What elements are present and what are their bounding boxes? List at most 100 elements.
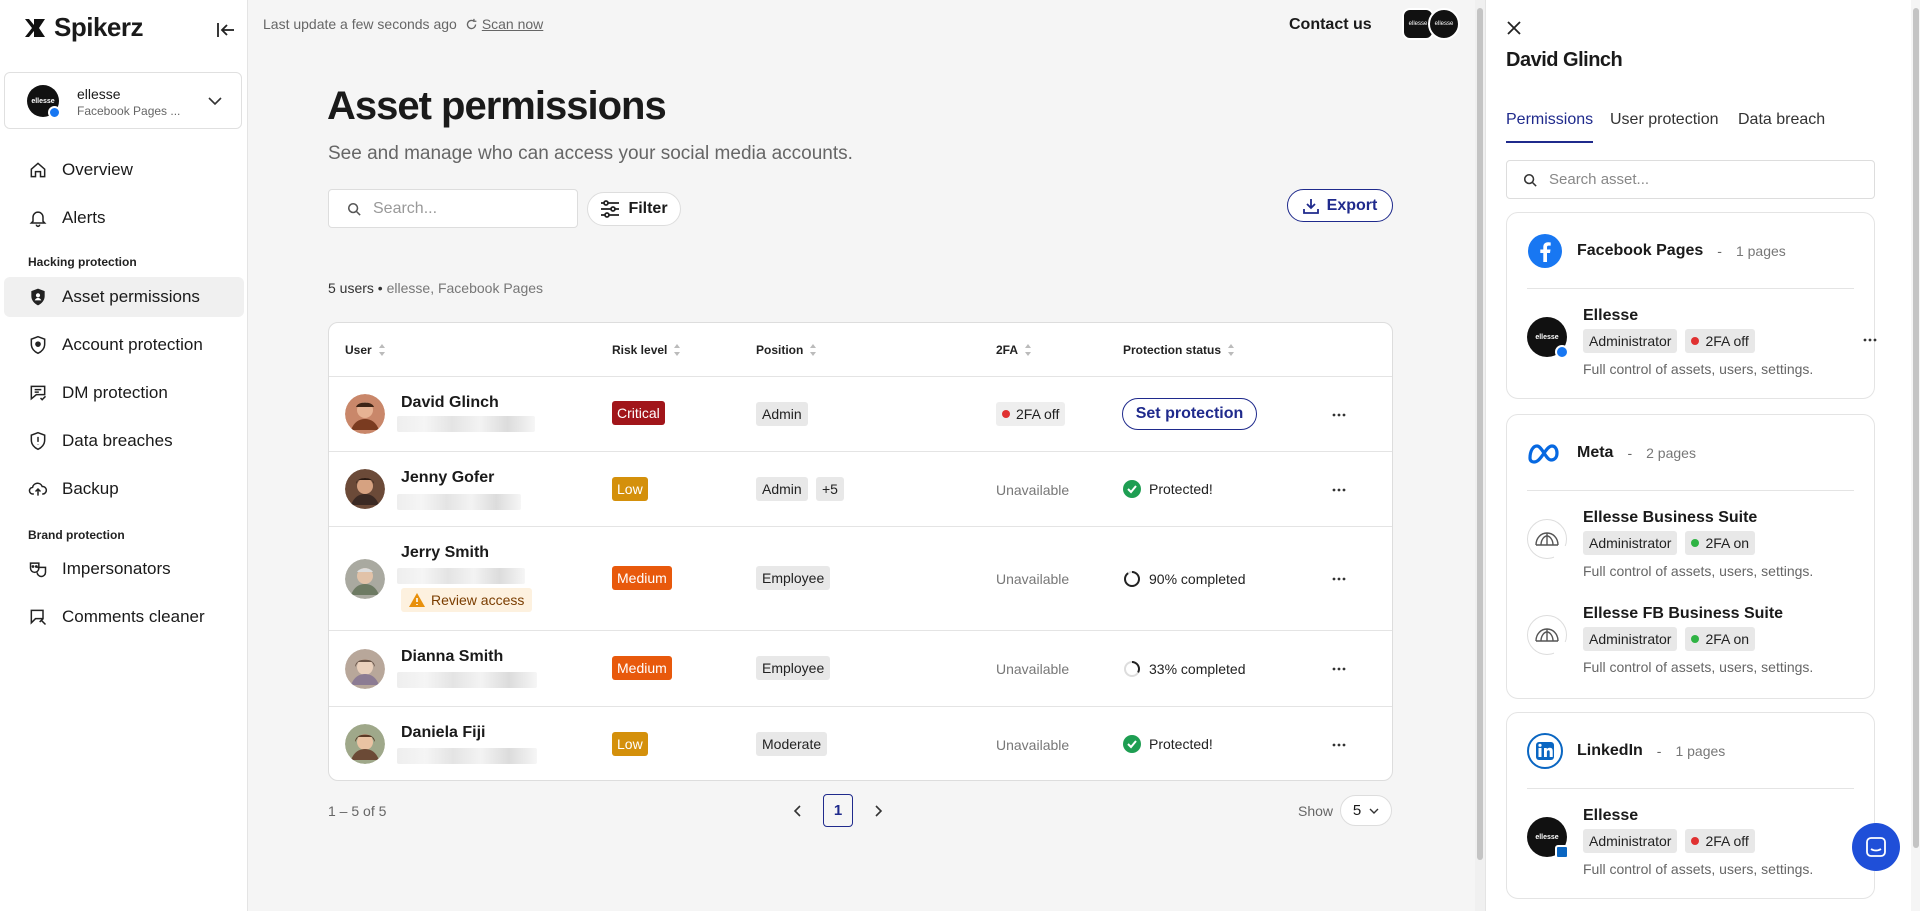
chat-launcher-button[interactable] <box>1852 823 1900 871</box>
cloud-upload-icon <box>28 482 48 496</box>
asset-description: Full control of assets, users, settings. <box>1583 361 1814 377</box>
status-dot-icon <box>1691 837 1700 845</box>
user-email-redacted <box>397 568 525 584</box>
scan-now-link[interactable]: Scan now <box>465 16 543 32</box>
show-label: Show <box>1298 803 1334 819</box>
brand-logo[interactable]: Spikerz <box>22 12 144 43</box>
protection-status: 33% completed <box>1123 660 1246 678</box>
main-scrollbar[interactable] <box>1475 0 1485 911</box>
contact-us-link[interactable]: Contact us <box>1289 16 1372 34</box>
risk-badge: Medium <box>612 566 672 590</box>
active-tab-indicator <box>1506 141 1593 143</box>
tab-data-breach[interactable]: Data breach <box>1738 111 1825 129</box>
header-label: Position <box>756 343 804 357</box>
export-button[interactable]: Export <box>1287 189 1393 222</box>
sidebar-item-asset-permissions[interactable]: Asset permissions <box>4 277 244 317</box>
position-tag: Admin <box>756 402 808 426</box>
more-options-icon[interactable] <box>1329 742 1349 748</box>
page-size-select[interactable]: 5 <box>1340 795 1392 826</box>
search-input[interactable]: Search... <box>328 189 578 228</box>
scrollbar-thumb[interactable] <box>1913 8 1919 848</box>
avatar <box>345 469 385 509</box>
more-options-icon[interactable] <box>1329 666 1349 672</box>
role-tag: Administrator <box>1583 627 1678 651</box>
more-options-icon[interactable] <box>1329 576 1349 582</box>
check-circle-icon <box>1123 735 1141 753</box>
page-button-current[interactable]: 1 <box>823 794 853 827</box>
sidebar-item-account-protection[interactable]: Account protection <box>4 325 244 365</box>
position-more-tag[interactable]: +5 <box>816 477 844 501</box>
more-options-icon[interactable] <box>1861 337 1879 343</box>
progress-ring-icon <box>1124 571 1140 587</box>
more-options-icon[interactable] <box>1329 487 1349 493</box>
column-header-user[interactable]: User <box>345 343 386 357</box>
asset-name: Ellesse FB Business Suite <box>1583 605 1784 622</box>
sidebar-item-overview[interactable]: Overview <box>4 150 244 190</box>
account-avatars[interactable]: ellesse ellesse <box>1402 8 1460 40</box>
asset-item[interactable]: Ellesse FB Business Suite Administrator … <box>1527 605 1867 677</box>
sidebar-item-backup[interactable]: Backup <box>4 469 244 509</box>
more-options-icon[interactable] <box>1329 412 1349 418</box>
panel-scrollbar[interactable] <box>1911 0 1920 911</box>
set-protection-button[interactable]: Set protection <box>1122 398 1257 430</box>
asset-name: Ellesse <box>1583 807 1639 824</box>
panel-title: David Glinch <box>1506 49 1623 71</box>
sidebar-item-impersonators[interactable]: Impersonators <box>4 549 244 589</box>
role-tag: Administrator <box>1583 829 1678 853</box>
close-icon[interactable] <box>1506 20 1522 36</box>
table-row[interactable]: Dianna Smith Medium Employee Unavailable… <box>329 630 1392 706</box>
account-switcher[interactable]: ellesse ellesse Facebook Pages ... <box>4 72 242 129</box>
asset-avatar <box>1527 519 1568 560</box>
review-access-warning[interactable]: Review access <box>401 588 533 612</box>
status-label: Protected! <box>1149 481 1213 497</box>
linkedin-logo-icon <box>1527 733 1563 769</box>
network-name: Meta <box>1577 444 1614 461</box>
prev-page-button[interactable] <box>783 794 813 827</box>
divider <box>1527 788 1854 789</box>
twofa-status: Unavailable <box>996 737 1070 753</box>
twofa-label: 2FA off <box>1705 333 1749 349</box>
sidebar-item-dm-protection[interactable]: DM protection <box>4 373 244 413</box>
sidebar-item-alerts[interactable]: Alerts <box>4 198 244 238</box>
twofa-status: Unavailable <box>996 571 1070 587</box>
column-header-risk-level[interactable]: Risk level <box>612 343 681 357</box>
asset-item[interactable]: Ellesse Business Suite Administrator 2FA… <box>1527 509 1867 581</box>
table-row[interactable]: Jenny Gofer Low Admin +5 Unavailable Pro… <box>329 451 1392 526</box>
home-icon <box>30 162 46 178</box>
table-row[interactable]: David Glinch Critical Admin 2FA off Set … <box>329 376 1392 451</box>
sidebar-item-comments-cleaner[interactable]: Comments cleaner <box>4 597 244 637</box>
header-label: User <box>345 343 372 357</box>
network-card-facebook: Facebook Pages - 1 pages ellesse Ellesse… <box>1506 212 1877 399</box>
risk-badge: Critical <box>612 401 665 425</box>
asset-tags: Administrator 2FA off <box>1583 329 1755 353</box>
column-header-position[interactable]: Position <box>756 343 817 357</box>
filter-button[interactable]: Filter <box>587 192 681 226</box>
chevron-down-icon[interactable] <box>207 93 223 109</box>
asset-description: Full control of assets, users, settings. <box>1583 659 1814 675</box>
sort-icon <box>378 344 385 356</box>
next-page-button[interactable] <box>863 794 893 827</box>
twofa-label: 2FA on <box>1705 631 1750 647</box>
tab-permissions[interactable]: Permissions <box>1506 111 1593 129</box>
column-header-2fa[interactable]: 2FA <box>996 343 1032 357</box>
facebook-badge-icon <box>48 106 61 119</box>
progress-ring-icon <box>1124 661 1140 677</box>
table-row[interactable]: Daniela Fiji Low Moderate Unavailable Pr… <box>329 706 1392 780</box>
asset-item[interactable]: ellesse Ellesse Administrator 2FA off Fu… <box>1527 807 1867 879</box>
sort-icon <box>1025 344 1032 356</box>
network-card-meta: Meta - 2 pages Ellesse Business Suite Ad… <box>1506 414 1875 699</box>
tab-user-protection[interactable]: User protection <box>1610 111 1719 129</box>
asset-name: Ellesse <box>1583 307 1639 324</box>
sidebar-item-label: Comments cleaner <box>62 607 205 626</box>
column-header-protection-status[interactable]: Protection status <box>1123 343 1235 357</box>
sidebar: Spikerz ellesse ellesse Facebook Pages .… <box>0 0 248 911</box>
collapse-sidebar-icon[interactable] <box>214 18 238 42</box>
asset-search-input[interactable]: Search asset... <box>1506 160 1875 199</box>
asset-item[interactable]: ellesse Ellesse Administrator 2FA off Fu… <box>1527 307 1877 379</box>
table-row[interactable]: Jerry Smith Review access Medium Employe… <box>329 526 1392 630</box>
scrollbar-thumb[interactable] <box>1477 8 1483 860</box>
twofa-tag: 2FA off <box>1685 329 1755 353</box>
sidebar-item-data-breaches[interactable]: Data breaches <box>4 421 244 461</box>
user-name: Jerry Smith <box>401 544 490 561</box>
header-label: Protection status <box>1123 343 1222 357</box>
